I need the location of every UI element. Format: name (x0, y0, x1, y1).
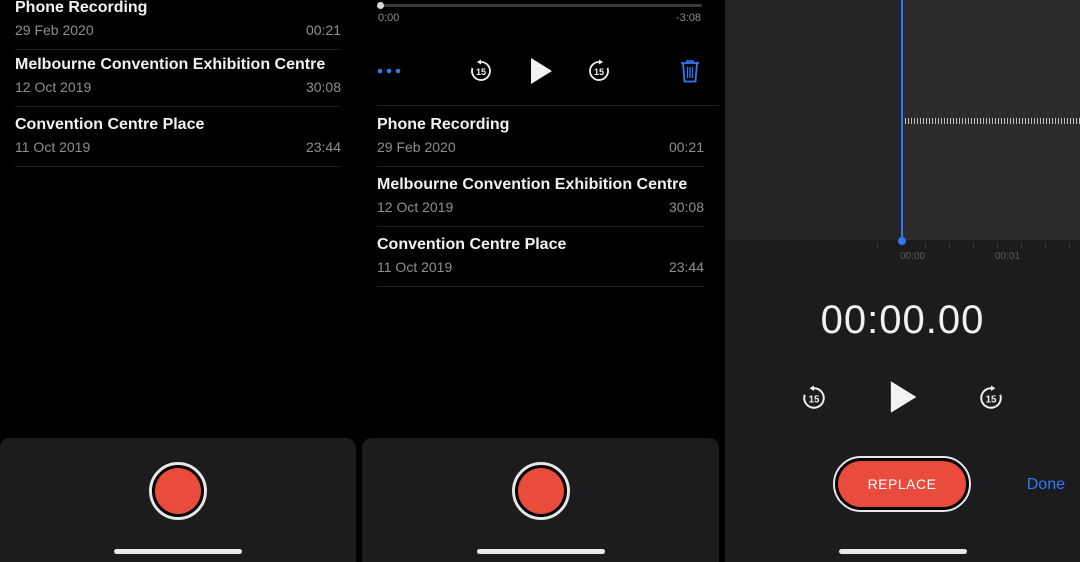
recording-date: 29 Feb 2020 (15, 22, 94, 38)
waveform (905, 118, 1080, 124)
recording-title: Convention Centre Place (377, 236, 567, 253)
home-indicator (838, 549, 967, 554)
remaining-time: -3:08 (675, 12, 701, 24)
recording-title: Convention Centre Place (15, 116, 205, 133)
ruler-tick (925, 242, 926, 248)
playhead[interactable] (898, 0, 906, 245)
recordings-list-panel: Phone Recording 29 Feb 2020 00:21 Melbou… (0, 0, 356, 562)
recording-title: Melbourne Convention Exhibition Centre (377, 176, 688, 193)
skip-forward-15-icon: 15 (980, 385, 1002, 409)
recording-duration: 30:08 (305, 79, 341, 95)
trash-icon (681, 60, 699, 83)
recording-duration: 00:21 (305, 22, 341, 38)
recording-date: 12 Oct 2019 (377, 199, 454, 215)
recording-title: Phone Recording (377, 116, 510, 133)
record-dot-icon (517, 468, 564, 514)
ruler-tick (949, 242, 950, 248)
ruler-tick (973, 242, 974, 248)
play-icon (531, 58, 552, 84)
recording-row[interactable]: Melbourne Convention Exhibition Centre 1… (15, 47, 341, 107)
recording-duration: 30:08 (668, 199, 704, 215)
svg-text:15: 15 (986, 394, 997, 405)
skip-forward-button[interactable]: 15 (977, 384, 1005, 412)
time-ruler: 00:00 00:01 (725, 242, 1080, 268)
recording-title: Melbourne Convention Exhibition Centre (15, 56, 326, 73)
ruler-tick (1021, 242, 1022, 248)
skip-back-15-icon: 15 (803, 385, 825, 409)
divider (377, 105, 719, 106)
elapsed-time: 0:00 (378, 12, 400, 24)
record-button[interactable] (511, 462, 570, 520)
skip-forward-button[interactable]: 15 (586, 58, 612, 84)
skip-forward-15-icon: 15 (589, 59, 609, 81)
record-button[interactable] (149, 462, 207, 520)
delete-button[interactable] (678, 58, 702, 84)
play-button[interactable] (528, 55, 554, 87)
recording-duration: 23:44 (668, 259, 704, 275)
ruler-tick (1045, 242, 1046, 248)
recording-row[interactable]: Convention Centre Place 11 Oct 2019 23:4… (377, 227, 704, 287)
skip-back-15-icon: 15 (471, 59, 491, 81)
recording-duration: 00:21 (668, 139, 704, 155)
edit-recording-panel: 00:00 00:01 00:00.00 15 15 REPLACE Done (725, 0, 1080, 562)
play-icon (890, 381, 917, 413)
scrubber-knob[interactable] (377, 2, 384, 9)
record-dot-icon (155, 468, 201, 514)
record-bar (362, 438, 719, 562)
svg-text:15: 15 (476, 67, 486, 77)
replace-label: REPLACE (838, 461, 966, 507)
done-button[interactable]: Done (1027, 476, 1065, 494)
svg-text:15: 15 (809, 394, 820, 405)
svg-text:15: 15 (594, 67, 604, 77)
recording-row[interactable]: Convention Centre Place 11 Oct 2019 23:4… (15, 107, 341, 167)
home-indicator (476, 549, 605, 554)
recording-duration: 23:44 (305, 139, 341, 155)
scrubber[interactable] (377, 2, 702, 9)
ruler-tick (877, 242, 878, 248)
recording-date: 12 Oct 2019 (15, 79, 92, 95)
ruler-tick (1069, 242, 1070, 248)
skip-back-button[interactable]: 15 (800, 384, 828, 412)
playback-panel: 0:00 -3:08 15 15 Phone Recording 29 Feb … (362, 0, 719, 562)
replace-button[interactable]: REPLACE (833, 456, 971, 512)
recording-date: 11 Oct 2019 (15, 139, 91, 155)
recording-row[interactable]: Melbourne Convention Exhibition Centre 1… (377, 167, 704, 227)
recording-date: 11 Oct 2019 (377, 259, 453, 275)
skip-back-button[interactable]: 15 (468, 58, 494, 84)
ruler-tick (997, 242, 998, 248)
ellipsis-icon (377, 68, 401, 74)
waveform-past-region (725, 0, 902, 240)
home-indicator (114, 549, 242, 554)
recording-row[interactable]: Phone Recording 29 Feb 2020 00:21 (15, 0, 341, 50)
more-button[interactable] (376, 59, 402, 83)
play-button[interactable] (886, 378, 920, 416)
record-bar (0, 438, 356, 562)
recording-date: 29 Feb 2020 (377, 139, 456, 155)
recording-title: Phone Recording (15, 0, 148, 16)
ruler-label: 00:00 (900, 251, 926, 262)
timer-display: 00:00.00 (820, 298, 985, 342)
recording-row[interactable]: Phone Recording 29 Feb 2020 00:21 (377, 107, 704, 167)
ruler-label: 00:01 (995, 251, 1021, 262)
